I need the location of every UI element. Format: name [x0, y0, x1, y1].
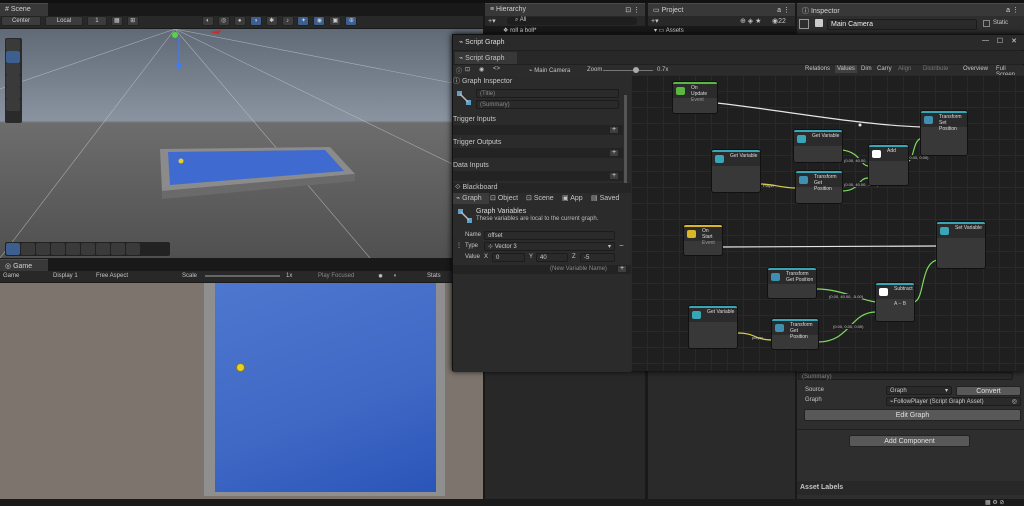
- node-on-start[interactable]: On Start Event: [683, 224, 723, 256]
- node-get-variable-3[interactable]: Get Variable: [688, 305, 738, 349]
- node-transform-set-position[interactable]: Transform Set Position: [920, 110, 968, 156]
- variable-icon: [715, 155, 724, 163]
- value-tag: (0.00, 40.00, -5.00): [829, 294, 864, 299]
- node-get-variable-1[interactable]: Get Variable: [793, 129, 843, 163]
- flow-start-to-setvar: [717, 245, 939, 248]
- minus-icon: [879, 288, 888, 296]
- transform-icon: [799, 176, 808, 184]
- node-subtract[interactable]: Subtract A − B: [875, 282, 915, 322]
- plus-icon: [872, 150, 881, 158]
- vector-wire-6: [913, 259, 939, 303]
- node-transform-get-position-2[interactable]: Transform Get Position: [767, 267, 817, 299]
- node-get-variable-2[interactable]: Get Variable: [711, 149, 761, 193]
- connections-layer: [716, 102, 939, 343]
- flag-icon: [687, 230, 696, 238]
- value-tag: player: [752, 335, 763, 340]
- node-transform-get-position-3[interactable]: Transform Get Position: [771, 318, 819, 350]
- flow-update-to-setpos: [716, 102, 923, 128]
- node-transform-get-position-1[interactable]: Transform Get Position: [795, 170, 843, 204]
- variable-icon: [940, 227, 949, 235]
- value-tag: Player: [763, 183, 775, 188]
- node-add[interactable]: Add: [868, 144, 909, 186]
- node-set-variable[interactable]: Set Variable: [936, 221, 986, 269]
- value-tag: (0.00, 0.00, 0.00): [833, 324, 864, 329]
- node-on-update[interactable]: On Update Event: [672, 81, 718, 114]
- event-icon: [676, 87, 685, 95]
- variable-icon: [692, 311, 701, 319]
- transform-icon: [924, 116, 933, 124]
- transform-icon: [771, 273, 780, 281]
- transform-icon: [775, 324, 784, 332]
- variable-icon: [797, 135, 806, 143]
- flow-dot: [858, 123, 862, 127]
